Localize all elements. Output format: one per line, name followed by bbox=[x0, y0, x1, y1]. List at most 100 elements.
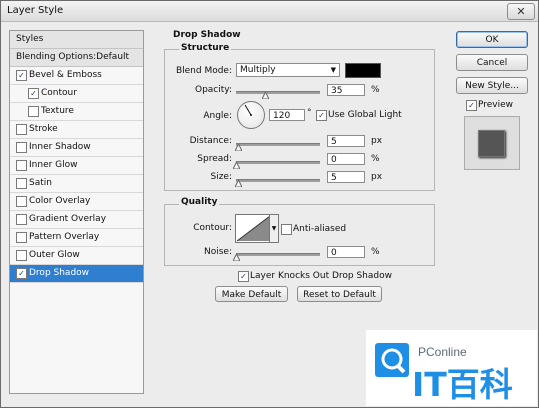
distance-slider[interactable] bbox=[236, 143, 320, 146]
opacity-slider[interactable] bbox=[236, 91, 320, 94]
size-label: Size: bbox=[210, 172, 232, 182]
spread-label: Spread: bbox=[197, 154, 232, 164]
chevron-down-icon: ▼ bbox=[330, 66, 336, 74]
angle-label: Angle: bbox=[203, 111, 232, 121]
angle-field[interactable]: 120 bbox=[269, 109, 305, 121]
noise-label: Noise: bbox=[204, 247, 232, 257]
opacity-field[interactable]: 35 bbox=[327, 84, 365, 96]
sidebar-item-label: Color Overlay bbox=[29, 196, 91, 206]
size-slider[interactable] bbox=[236, 179, 320, 182]
cancel-button[interactable]: Cancel bbox=[456, 54, 528, 71]
sidebar-item-satin[interactable]: Satin bbox=[10, 175, 143, 193]
distance-unit: px bbox=[371, 136, 383, 146]
sidebar-item-label: Contour bbox=[41, 88, 77, 98]
window-title: Layer Style bbox=[7, 5, 64, 16]
sidebar-item-pattern-overlay[interactable]: Pattern Overlay bbox=[10, 229, 143, 247]
preview-checkbox[interactable]: ✓ bbox=[466, 100, 477, 111]
close-button[interactable]: ✕ bbox=[507, 3, 535, 20]
sidebar-item-drop-shadow[interactable]: ✓ Drop Shadow bbox=[10, 265, 143, 283]
sidebar-checkbox[interactable] bbox=[16, 142, 27, 153]
sidebar-item-stroke[interactable]: Stroke bbox=[10, 121, 143, 139]
slider-thumb[interactable] bbox=[233, 178, 243, 188]
structure-title: Structure bbox=[179, 43, 232, 53]
watermark-brand: PConline bbox=[418, 345, 467, 359]
sidebar-item-label: Inner Glow bbox=[29, 160, 78, 170]
sidebar-item-inner-shadow[interactable]: Inner Shadow bbox=[10, 139, 143, 157]
blend-mode-label: Blend Mode: bbox=[175, 66, 232, 76]
opacity-unit: % bbox=[371, 85, 380, 95]
spread-unit: % bbox=[371, 154, 380, 164]
preview-thumbnail bbox=[464, 116, 520, 170]
ok-button[interactable]: OK bbox=[456, 31, 528, 48]
opacity-label: Opacity: bbox=[195, 85, 232, 95]
new-style-button[interactable]: New Style... bbox=[456, 77, 528, 94]
make-default-button[interactable]: Make Default bbox=[215, 286, 288, 302]
sidebar-checkbox[interactable] bbox=[16, 232, 27, 243]
slider-thumb[interactable] bbox=[261, 90, 271, 100]
sidebar-item-label: Stroke bbox=[29, 124, 58, 134]
blend-mode-value: Multiply bbox=[240, 65, 276, 75]
sidebar-item-label: Pattern Overlay bbox=[29, 232, 100, 242]
slider-thumb[interactable] bbox=[232, 160, 241, 170]
sidebar-item-blending-options-default[interactable]: Blending Options:Default bbox=[10, 49, 143, 67]
noise-unit: % bbox=[371, 247, 380, 257]
magnifier-icon bbox=[381, 348, 406, 374]
sidebar-item-label: Inner Shadow bbox=[29, 142, 91, 152]
sidebar-checkbox[interactable]: ✓ bbox=[16, 268, 27, 279]
size-field[interactable]: 5 bbox=[327, 171, 365, 183]
sidebar-checkbox[interactable]: ✓ bbox=[16, 70, 27, 81]
slider-thumb[interactable] bbox=[233, 142, 243, 152]
close-icon: ✕ bbox=[516, 5, 526, 18]
angle-dial-hand bbox=[244, 104, 252, 116]
sidebar-item-gradient-overlay[interactable]: Gradient Overlay bbox=[10, 211, 143, 229]
sidebar-item-label: Outer Glow bbox=[29, 250, 80, 260]
sidebar-checkbox[interactable] bbox=[16, 214, 27, 225]
sidebar-checkbox[interactable] bbox=[16, 124, 27, 135]
sidebar-item-color-overlay[interactable]: Color Overlay bbox=[10, 193, 143, 211]
spread-slider[interactable] bbox=[236, 161, 320, 164]
sidebar-item-styles[interactable]: Styles bbox=[10, 31, 143, 49]
spread-field[interactable]: 0 bbox=[327, 153, 365, 165]
sidebar-checkbox[interactable] bbox=[16, 178, 27, 189]
sidebar-checkbox[interactable]: ✓ bbox=[28, 88, 39, 99]
sidebar-item-label: Satin bbox=[29, 178, 52, 188]
sidebar-item-bevel-emboss[interactable]: ✓ Bevel & Emboss bbox=[10, 67, 143, 85]
sidebar-item-label: Styles bbox=[16, 34, 44, 44]
size-unit: px bbox=[371, 172, 383, 182]
sidebar-item-label: Texture bbox=[41, 106, 74, 116]
use-global-light-checkbox[interactable]: ✓ bbox=[316, 110, 327, 121]
quality-title: Quality bbox=[179, 197, 220, 207]
chevron-down-icon: ▼ bbox=[271, 225, 277, 232]
sidebar-item-contour[interactable]: ✓ Contour bbox=[10, 85, 143, 103]
anti-aliased-label: Anti-aliased bbox=[293, 224, 347, 234]
title-bar[interactable]: Layer Style ✕ bbox=[1, 1, 538, 22]
contour-curve bbox=[236, 215, 271, 242]
use-global-light-label: Use Global Light bbox=[328, 110, 402, 120]
angle-dial[interactable] bbox=[237, 101, 265, 129]
sidebar-item-texture[interactable]: Texture bbox=[10, 103, 143, 121]
contour-picker[interactable] bbox=[235, 214, 272, 243]
noise-field[interactable]: 0 bbox=[327, 246, 365, 258]
preview-label: Preview bbox=[478, 100, 514, 110]
reset-to-default-button[interactable]: Reset to Default bbox=[297, 286, 382, 302]
sidebar-item-label: Gradient Overlay bbox=[29, 214, 107, 224]
noise-slider[interactable] bbox=[236, 253, 320, 256]
distance-field[interactable]: 5 bbox=[327, 135, 365, 147]
section-title: Drop Shadow bbox=[171, 30, 243, 40]
shadow-color-swatch[interactable] bbox=[345, 63, 381, 78]
slider-thumb[interactable] bbox=[232, 252, 241, 262]
watermark-logo-icon bbox=[375, 343, 409, 377]
sidebar-checkbox[interactable] bbox=[16, 160, 27, 171]
angle-unit: ° bbox=[307, 108, 312, 118]
sidebar-item-outer-glow[interactable]: Outer Glow bbox=[10, 247, 143, 265]
sidebar-checkbox[interactable] bbox=[16, 196, 27, 207]
anti-aliased-checkbox[interactable] bbox=[281, 224, 292, 235]
contour-dropdown[interactable]: ▼ bbox=[269, 214, 279, 243]
watermark-chinese: IT百科 bbox=[412, 365, 513, 404]
sidebar-item-inner-glow[interactable]: Inner Glow bbox=[10, 157, 143, 175]
layer-knocks-out-checkbox[interactable]: ✓ bbox=[238, 271, 249, 282]
sidebar-checkbox[interactable] bbox=[16, 250, 27, 261]
preview-swatch bbox=[478, 130, 505, 157]
sidebar-checkbox[interactable] bbox=[28, 106, 39, 117]
blend-mode-select[interactable]: Multiply ▼ bbox=[236, 63, 340, 77]
